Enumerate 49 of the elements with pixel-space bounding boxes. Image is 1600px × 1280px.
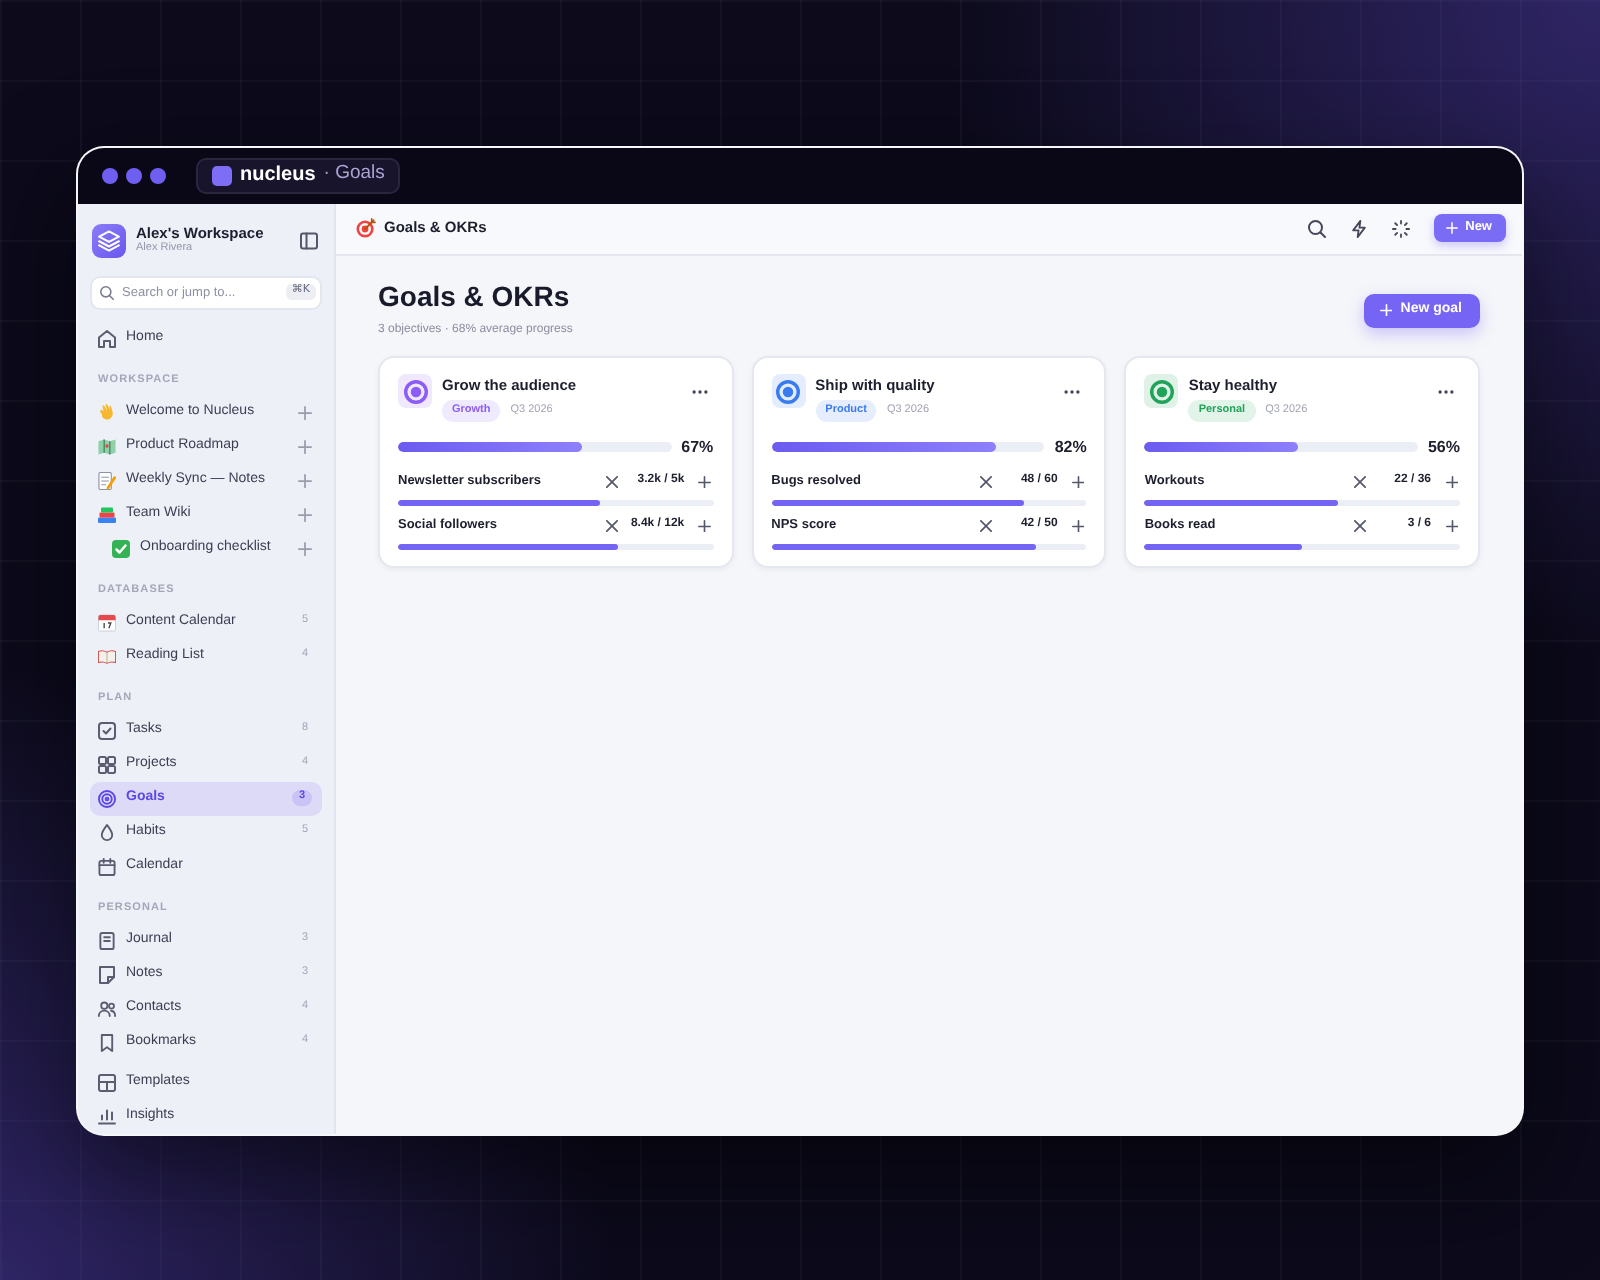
cross-icon[interactable]: [606, 475, 619, 488]
progress-percent: 67%: [681, 439, 714, 456]
map-icon: [98, 437, 116, 455]
cross-icon[interactable]: [979, 475, 992, 488]
page-title: Goals & OKRs: [378, 279, 572, 313]
layout-icon: [98, 1073, 116, 1091]
sidebar-toggle-icon[interactable]: [300, 231, 318, 249]
note-icon: [98, 965, 116, 983]
search-icon: [100, 285, 114, 299]
window-dot-icon: [126, 167, 142, 183]
books-icon: [98, 505, 116, 523]
cross-icon[interactable]: [1353, 519, 1365, 532]
plus-icon[interactable]: [698, 519, 712, 533]
spinner-icon[interactable]: [1391, 219, 1410, 237]
progress-percent: 82%: [1054, 439, 1087, 456]
target-icon: [98, 789, 116, 807]
plus-icon[interactable]: [1071, 475, 1085, 489]
people-icon: [98, 999, 116, 1017]
plus-icon: [1445, 222, 1458, 234]
bookmark-icon: [98, 1033, 116, 1051]
calendar-icon: [98, 613, 116, 631]
check-box-icon: [112, 539, 130, 557]
bar-chart-icon: [98, 1107, 116, 1125]
window-tab[interactable]: nucleus · Goals: [196, 157, 401, 193]
waving-hand-icon: [98, 403, 116, 421]
layers-icon[interactable]: [92, 223, 126, 257]
open-book-icon: [98, 647, 116, 665]
progress-percent: 56%: [1427, 439, 1460, 456]
window-dot-icon: [102, 167, 118, 183]
drop-icon: [98, 823, 116, 841]
search-icon[interactable]: [1307, 219, 1326, 237]
plus-icon[interactable]: [1071, 519, 1085, 533]
cross-icon[interactable]: [1353, 475, 1365, 488]
grid-icon: [98, 755, 116, 773]
lightning-icon[interactable]: [1349, 219, 1368, 237]
plus-icon[interactable]: [1445, 519, 1458, 533]
home-icon: [98, 329, 116, 347]
task-check-icon: [98, 721, 116, 739]
plus-icon[interactable]: [698, 475, 712, 489]
target-icon: [356, 218, 376, 238]
window-dot-icon: [150, 167, 166, 183]
cross-icon[interactable]: [979, 519, 992, 532]
memo-icon: [98, 471, 116, 489]
notebook-icon: [98, 931, 116, 949]
plus-icon[interactable]: [1445, 475, 1458, 489]
plus-icon: [1379, 303, 1393, 317]
cross-icon[interactable]: [606, 519, 619, 532]
calendar-icon: [98, 857, 116, 875]
app-logo-icon: [212, 165, 232, 185]
